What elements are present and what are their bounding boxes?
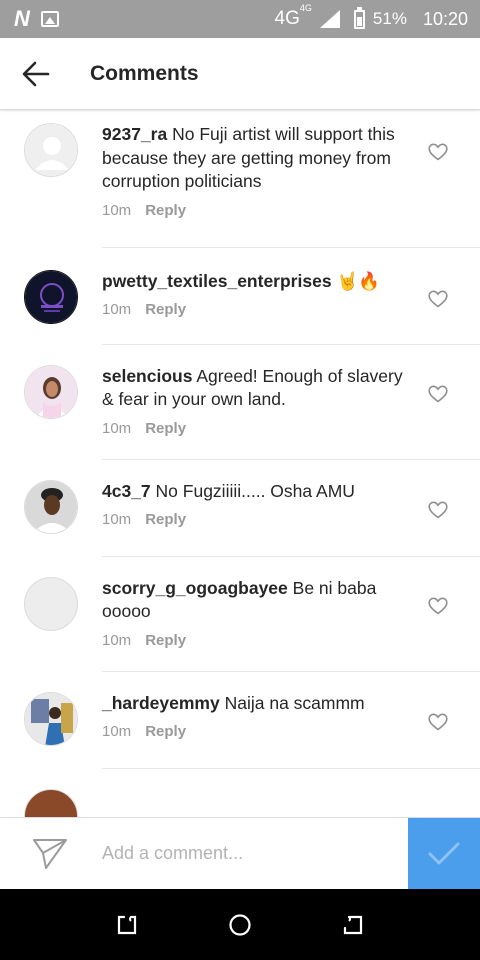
back-nav-icon <box>344 915 363 934</box>
checkmark-icon <box>428 842 460 865</box>
back-nav-button[interactable] <box>333 905 373 945</box>
avatar[interactable] <box>24 364 78 419</box>
direct-share-button[interactable] <box>0 818 100 890</box>
back-button[interactable] <box>0 38 72 110</box>
page-title: Comments <box>90 61 199 85</box>
comment-text: _hardeyemmy Naija na scammm <box>102 692 365 713</box>
home-circle-icon <box>229 913 251 936</box>
comment-list[interactable]: 9237_ra No Fuji artist will support this… <box>0 111 480 817</box>
paper-plane-icon <box>33 838 67 869</box>
recent-apps-button[interactable] <box>107 905 147 945</box>
comment-text: pwetty_textiles_enterprises 🤘🔥 <box>102 270 381 291</box>
reply-button[interactable]: Reply <box>145 420 186 437</box>
heart-icon[interactable] <box>428 596 448 615</box>
reply-button[interactable]: Reply <box>145 723 186 740</box>
comment-username[interactable]: 9237_ra <box>102 124 167 144</box>
status-bar: N 4G4G 51% 10:20 <box>0 0 480 38</box>
signal-icon <box>319 10 340 28</box>
avatar[interactable] <box>24 269 78 324</box>
reply-button[interactable]: Reply <box>145 511 186 528</box>
image-notification-icon <box>40 11 59 27</box>
avatar[interactable] <box>24 691 78 746</box>
comment-username[interactable]: _hardeyemmy <box>102 693 220 713</box>
app-notification-icon: N <box>14 6 30 31</box>
avatar[interactable] <box>24 123 78 177</box>
comment-time: 10m <box>102 301 132 318</box>
comment-item: pwetty_textiles_enterprises 🤘🔥 10m Reply <box>0 248 480 336</box>
comment-username[interactable]: scorry_g_ogoagbayee <box>102 578 288 598</box>
reply-button[interactable]: Reply <box>145 301 186 318</box>
comment-time: 10m <box>102 511 132 528</box>
comment-item: scorry_g_ogoagbayee Be ni baba ooooo 10m… <box>0 557 480 661</box>
comment-item: selencious Agreed! Enough of slavery & f… <box>0 345 480 449</box>
home-button[interactable] <box>220 905 260 945</box>
reply-button[interactable]: Reply <box>145 202 186 219</box>
comment-username[interactable]: selencious <box>102 366 192 386</box>
comment-text: selencious Agreed! Enough of slavery & f… <box>102 365 403 410</box>
network-type: 4G4G <box>274 2 312 29</box>
comment-time: 10m <box>102 201 132 219</box>
heart-icon[interactable] <box>428 500 448 519</box>
comment-text: 9237_ra No Fuji artist will support this… <box>102 124 395 191</box>
comment-composer <box>0 817 480 890</box>
comment-text: scorry_g_ogoagbayee Be ni baba ooooo <box>102 577 377 622</box>
comment-username[interactable]: pwetty_textiles_enterprises <box>102 271 332 291</box>
comment-item: _hardeyemmy Naija na scammm 10m Reply <box>0 672 480 758</box>
post-button[interactable] <box>408 818 480 890</box>
reply-button[interactable]: Reply <box>145 632 186 649</box>
system-nav-bar <box>0 889 480 960</box>
heart-icon[interactable] <box>428 143 448 161</box>
comment-item-partial <box>0 769 480 817</box>
comment-time: 10m <box>102 631 132 649</box>
heart-icon[interactable] <box>428 384 448 403</box>
comment-time: 10m <box>102 723 132 740</box>
comment-username[interactable]: 4c3_7 <box>102 481 151 501</box>
clock: 10:20 <box>422 8 468 29</box>
heart-icon[interactable] <box>428 712 448 731</box>
comment-item: 4c3_7 No Fugziiiii..... Osha AMU 10m Repl… <box>0 460 480 546</box>
arrow-left-icon <box>22 61 50 86</box>
battery-icon <box>353 6 365 29</box>
comment-time: 10m <box>102 419 132 437</box>
comment-item: 9237_ra No Fuji artist will support this… <box>0 111 480 231</box>
avatar[interactable] <box>24 576 78 631</box>
recent-apps-icon <box>117 915 136 934</box>
comment-text: 4c3_7 No Fugziiiii..... Osha AMU <box>102 480 355 501</box>
battery-percent: 51% <box>372 9 407 28</box>
heart-icon[interactable] <box>428 289 448 308</box>
avatar[interactable] <box>24 479 78 534</box>
avatar[interactable] <box>24 788 78 817</box>
comment-input[interactable] <box>102 843 402 864</box>
header: Comments <box>0 38 480 110</box>
